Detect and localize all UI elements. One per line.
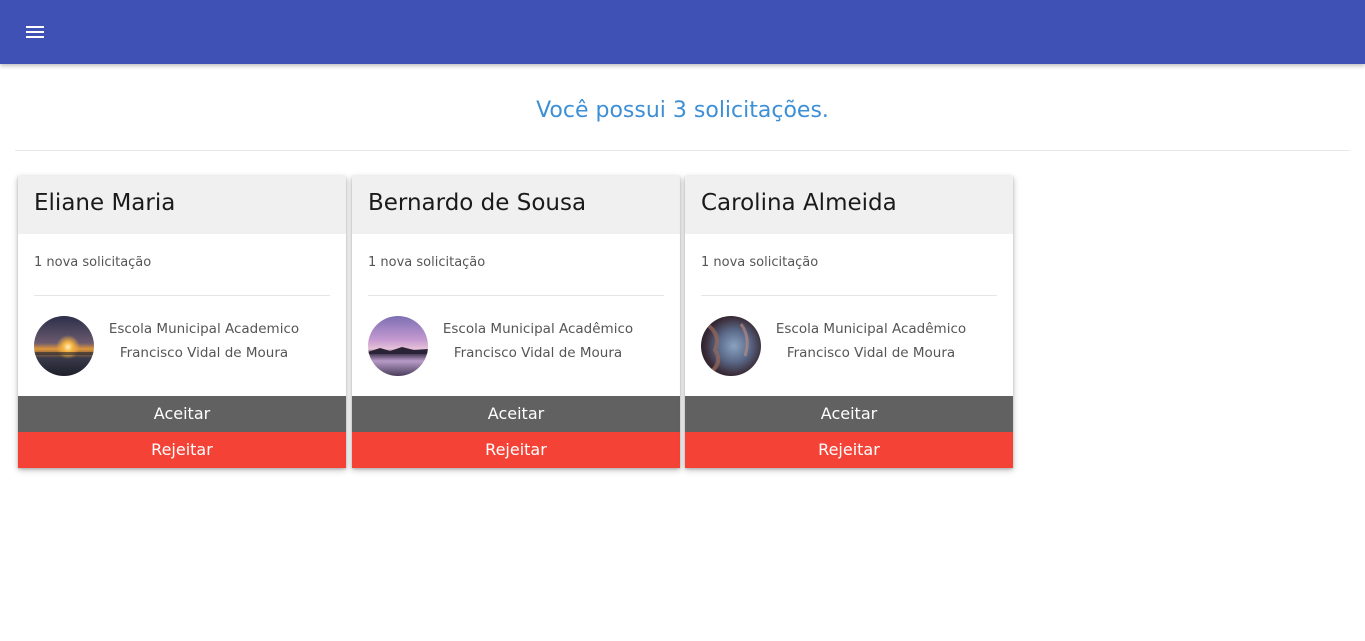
accept-button[interactable]: Aceitar (18, 396, 346, 432)
hamburger-menu-icon[interactable] (22, 21, 48, 43)
school-line-2: Francisco Vidal de Moura (453, 345, 623, 361)
avatar (701, 316, 761, 376)
avatar (368, 316, 428, 376)
avatar (34, 316, 94, 376)
divider (15, 150, 1350, 151)
school-line-1: Escola Municipal Acadêmico (442, 321, 634, 337)
request-count: 1 nova solicitação (368, 255, 486, 270)
accept-button[interactable]: Aceitar (685, 396, 1013, 432)
school-line-1: Escola Municipal Academico (108, 321, 300, 337)
accept-button[interactable]: Aceitar (352, 396, 680, 432)
school-name: Escola Municipal Acadêmico Francisco Vid… (769, 317, 973, 365)
divider (368, 295, 664, 296)
school-line-2: Francisco Vidal de Moura (119, 345, 289, 361)
card-header: Carolina Almeida (685, 176, 1013, 234)
page-title: Você possui 3 solicitações. (536, 98, 829, 123)
request-card: Bernardo de Sousa 1 nova solicitação Esc… (352, 176, 680, 468)
request-card: Carolina Almeida 1 nova solicitação Esco… (685, 176, 1013, 468)
requester-name: Eliane Maria (34, 190, 176, 216)
request-count: 1 nova solicitação (701, 255, 819, 270)
card-header: Eliane Maria (18, 176, 346, 234)
divider (701, 295, 997, 296)
requester-name: Carolina Almeida (701, 190, 897, 216)
school-name: Escola Municipal Academico Francisco Vid… (102, 317, 306, 365)
school-line-1: Escola Municipal Acadêmico (775, 321, 967, 337)
app-bar (0, 0, 1365, 64)
reject-button[interactable]: Rejeitar (352, 432, 680, 468)
request-count: 1 nova solicitação (34, 255, 152, 270)
reject-button[interactable]: Rejeitar (18, 432, 346, 468)
reject-button[interactable]: Rejeitar (685, 432, 1013, 468)
divider (34, 295, 330, 296)
school-name: Escola Municipal Acadêmico Francisco Vid… (436, 317, 640, 365)
school-line-2: Francisco Vidal de Moura (786, 345, 956, 361)
request-card: Eliane Maria 1 nova solicitação Escola M… (18, 176, 346, 468)
card-header: Bernardo de Sousa (352, 176, 680, 234)
requester-name: Bernardo de Sousa (368, 190, 587, 216)
